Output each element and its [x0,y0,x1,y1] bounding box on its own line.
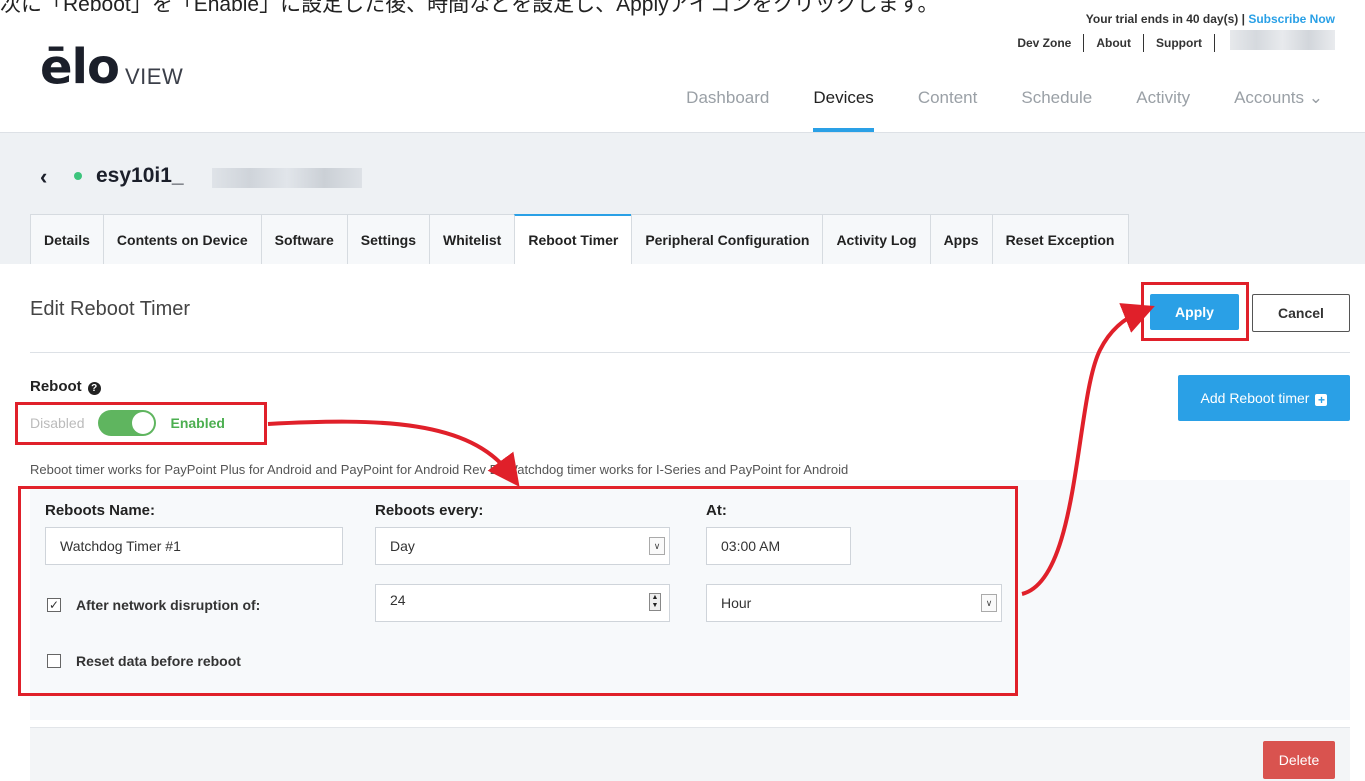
back-chevron-icon[interactable]: ‹ [40,164,47,190]
tab-software[interactable]: Software [260,214,348,264]
dev-zone-link[interactable]: Dev Zone [1005,36,1083,50]
footer-bar [30,727,1350,781]
instruction-caption: 次に「Reboot」を「Enable」に設定した後、時間などを設定し、Apply… [0,0,939,16]
tab-activity-log[interactable]: Activity Log [822,214,931,264]
device-name: esy10i1_ [96,164,184,187]
plus-icon: + [1315,394,1328,406]
logo-wordmark: ēlo [40,39,120,95]
subscribe-link[interactable]: Subscribe Now [1248,12,1335,26]
device-tabs: Details Contents on Device Software Sett… [30,214,1129,264]
nav-schedule[interactable]: Schedule [999,86,1114,132]
tab-peripheral-configuration[interactable]: Peripheral Configuration [631,214,824,264]
tab-reset-exception[interactable]: Reset Exception [991,214,1129,264]
reboot-label-text: Reboot [30,378,82,395]
reboot-label: Reboot? [30,378,101,395]
divider [1214,34,1215,52]
trial-notice: Your trial ends in 40 day(s) | Subscribe… [1086,12,1335,26]
reboot-info-text: Reboot timer works for PayPoint Plus for… [30,462,849,477]
nav-accounts[interactable]: Accounts ⌄ [1212,86,1345,132]
support-link[interactable]: Support [1144,36,1214,50]
nav-dashboard[interactable]: Dashboard [664,86,791,132]
tab-apps[interactable]: Apps [929,214,993,264]
delete-button[interactable]: Delete [1263,741,1335,779]
annotation-box-toggle [15,402,267,445]
tab-whitelist[interactable]: Whitelist [428,214,516,264]
about-link[interactable]: About [1084,36,1143,50]
main-nav: Dashboard Devices Content Schedule Activ… [664,86,1345,132]
nav-activity[interactable]: Activity [1114,86,1212,132]
elo-view-logo[interactable]: ēlo VIEW [40,39,184,95]
annotation-box-form [18,486,1018,696]
trial-text: Your trial ends in 40 day(s) | [1085,12,1245,26]
tab-contents-on-device[interactable]: Contents on Device [102,214,262,264]
user-account-redacted[interactable] [1230,30,1335,50]
device-name-redacted [212,168,362,188]
question-circle-icon[interactable]: ? [87,382,101,395]
add-reboot-timer-label: Add Reboot timer [1200,390,1310,406]
tab-reboot-timer[interactable]: Reboot Timer [514,214,633,264]
annotation-box-apply [1141,282,1249,341]
page-title: Edit Reboot Timer [30,298,191,320]
cancel-button[interactable]: Cancel [1252,294,1350,332]
top-links: Dev Zone About Support [1005,34,1215,52]
tab-details[interactable]: Details [30,214,104,264]
page-root: 次に「Reboot」を「Enable」に設定した後、時間などを設定し、Apply… [0,0,1365,781]
online-status-dot [74,172,82,180]
add-reboot-timer-button[interactable]: Add Reboot timer + [1178,375,1350,421]
divider [30,352,1350,353]
tab-settings[interactable]: Settings [346,214,430,264]
nav-devices[interactable]: Devices [791,86,895,132]
nav-content[interactable]: Content [896,86,1000,132]
logo-subtext: VIEW [124,64,184,89]
